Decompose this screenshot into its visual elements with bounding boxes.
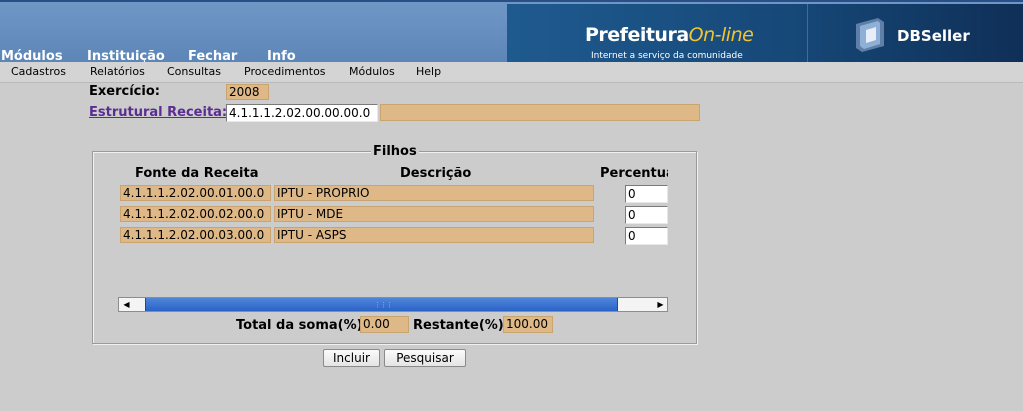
row2-descricao-field: IPTU - MDE xyxy=(274,206,594,222)
menu-modulos[interactable]: Módulos xyxy=(349,65,395,78)
exercicio-field: 2008 xyxy=(226,84,269,100)
restante-field: 100.00 xyxy=(503,316,553,333)
restante-label: Restante(%) xyxy=(413,318,504,333)
col-header-fonte: Fonte da Receita xyxy=(135,166,259,181)
col-header-percentual: Percentua xyxy=(600,166,668,181)
brand-tagline: Internet a serviço da comunidade xyxy=(591,51,743,61)
logo-divider xyxy=(807,4,808,64)
brand-logo-area: PrefeituraOn-line Internet a serviço da … xyxy=(507,4,1023,64)
menu-consultas[interactable]: Consultas xyxy=(167,65,221,78)
menu-cadastros[interactable]: Cadastros xyxy=(11,65,66,78)
scroll-left-arrow-icon[interactable]: ◀ xyxy=(120,298,133,311)
filhos-legend: Filhos xyxy=(371,144,419,159)
row1-descricao-field: IPTU - PROPRIO xyxy=(274,185,594,201)
row1-fonte-field: 4.1.1.1.2.02.00.01.00.0 xyxy=(120,185,271,201)
scroll-grip-icon: ⋮⋮⋮ xyxy=(374,301,393,309)
row3-fonte-field: 4.1.1.1.2.02.00.03.00.0 xyxy=(120,227,271,243)
total-soma-field: 0.00 xyxy=(360,316,409,333)
vendor-name: DBSeller xyxy=(897,27,970,45)
menu-bar: Cadastros Relatórios Consultas Procedime… xyxy=(0,62,1023,83)
header-banner: PrefeituraOn-line Internet a serviço da … xyxy=(0,0,1023,64)
menu-procedimentos[interactable]: Procedimentos xyxy=(244,65,326,78)
row3-percentual-input[interactable]: 0 xyxy=(625,227,668,245)
estrutural-receita-link[interactable]: Estrutural Receita: xyxy=(89,105,227,120)
row2-percentual-input[interactable]: 0 xyxy=(625,206,668,224)
row1-percentual-input[interactable]: 0 xyxy=(625,185,668,203)
menu-relatorios[interactable]: Relatórios xyxy=(90,65,145,78)
incluir-button[interactable]: Incluir xyxy=(323,349,380,367)
dbseller-logo-icon xyxy=(856,18,884,52)
total-soma-label: Total da soma(%) xyxy=(236,318,363,333)
brand-name: Prefeitura xyxy=(585,24,689,46)
filhos-horizontal-scrollbar[interactable]: ◀ ⋮⋮⋮ ▶ xyxy=(118,297,668,312)
scroll-thumb[interactable]: ⋮⋮⋮ xyxy=(145,298,618,311)
estrutural-receita-input[interactable]: 4.1.1.1.2.02.00.00.00.0 xyxy=(226,104,378,122)
menu-help[interactable]: Help xyxy=(416,65,441,78)
brand-accent: On-line xyxy=(688,24,754,46)
brand-logo: PrefeituraOn-line xyxy=(585,24,754,46)
scroll-right-arrow-icon[interactable]: ▶ xyxy=(654,298,667,311)
row2-fonte-field: 4.1.1.1.2.02.00.02.00.0 xyxy=(120,206,271,222)
col-header-descricao: Descrição xyxy=(400,166,472,181)
estrutural-descricao-field xyxy=(380,104,700,121)
exercicio-label: Exercício: xyxy=(89,84,160,99)
pesquisar-button[interactable]: Pesquisar xyxy=(384,349,466,367)
row3-descricao-field: IPTU - ASPS xyxy=(274,227,594,243)
